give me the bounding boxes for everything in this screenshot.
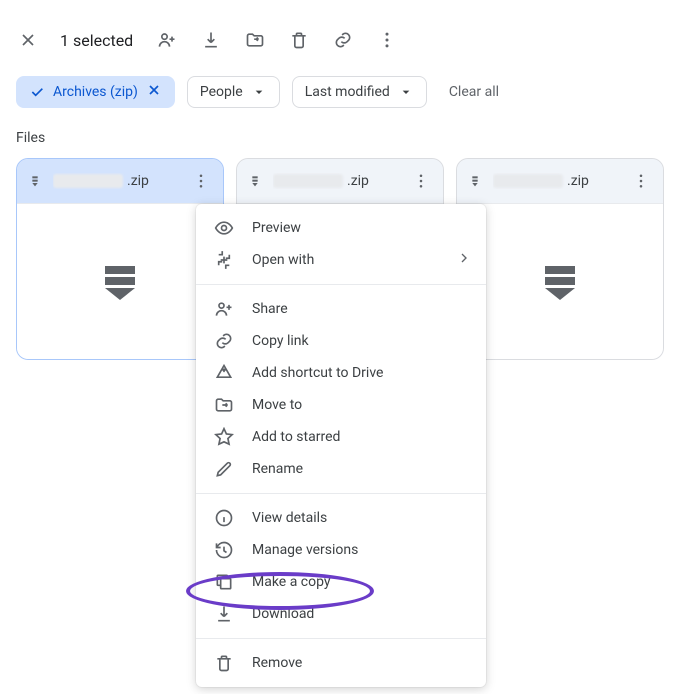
menu-separator — [196, 493, 486, 494]
file-card[interactable]: .zip — [456, 158, 664, 360]
file-more-icon[interactable] — [409, 169, 433, 193]
menu-rename[interactable]: Rename — [196, 453, 486, 485]
file-more-icon[interactable] — [629, 169, 653, 193]
chip-archives[interactable]: Archives (zip) — [16, 76, 175, 108]
zip-mini-icon — [467, 173, 483, 189]
menu-label: Share — [252, 301, 288, 317]
trash-icon — [214, 653, 234, 673]
zip-icon — [105, 263, 135, 300]
chevron-down-icon — [251, 84, 267, 100]
context-menu: Preview Open with Share Copy link Add sh… — [196, 204, 486, 687]
file-name: .zip — [53, 173, 179, 189]
chip-people[interactable]: People — [187, 76, 280, 108]
chip-archives-label: Archives (zip) — [53, 84, 138, 100]
menu-add-shortcut[interactable]: Add shortcut to Drive — [196, 357, 486, 389]
chevron-right-icon — [456, 250, 472, 270]
menu-add-starred[interactable]: Add to starred — [196, 421, 486, 453]
menu-view-details[interactable]: View details — [196, 502, 486, 534]
menu-label: Make a copy — [252, 574, 331, 590]
file-card-header: .zip — [457, 159, 663, 203]
info-icon — [214, 508, 234, 528]
menu-label: Move to — [252, 397, 302, 413]
download-icon[interactable] — [199, 28, 223, 52]
menu-label: Open with — [252, 252, 314, 268]
menu-manage-versions[interactable]: Manage versions — [196, 534, 486, 566]
trash-icon[interactable] — [287, 28, 311, 52]
menu-copy-link[interactable]: Copy link — [196, 325, 486, 357]
link-icon — [214, 331, 234, 351]
zip-icon — [545, 263, 575, 300]
move-folder-icon[interactable] — [243, 28, 267, 52]
chip-lastmod-label: Last modified — [305, 84, 390, 100]
menu-label: Preview — [252, 220, 301, 236]
menu-label: Remove — [252, 655, 302, 671]
clear-all-button[interactable]: Clear all — [449, 84, 499, 100]
menu-open-with[interactable]: Open with — [196, 244, 486, 276]
file-card[interactable]: .zip — [16, 158, 224, 360]
drive-shortcut-icon — [214, 363, 234, 383]
menu-make-copy[interactable]: Make a copy — [196, 566, 486, 598]
eye-icon — [214, 218, 234, 238]
file-more-icon[interactable] — [189, 169, 213, 193]
menu-separator — [196, 638, 486, 639]
file-thumbnail — [457, 203, 663, 359]
selection-toolbar: 1 selected — [16, 20, 664, 60]
menu-download[interactable]: Download — [196, 598, 486, 630]
chip-remove-icon[interactable] — [146, 82, 162, 102]
close-selection-icon[interactable] — [16, 28, 40, 52]
rename-icon — [214, 459, 234, 479]
link-icon[interactable] — [331, 28, 355, 52]
files-section-label: Files — [16, 130, 664, 146]
copy-icon — [214, 572, 234, 592]
menu-label: Manage versions — [252, 542, 358, 558]
star-icon — [214, 427, 234, 447]
download-icon — [214, 604, 234, 624]
selection-count: 1 selected — [60, 31, 133, 50]
move-to-icon — [214, 395, 234, 415]
menu-move-to[interactable]: Move to — [196, 389, 486, 421]
chevron-down-icon — [398, 84, 414, 100]
open-with-icon — [214, 250, 234, 270]
filter-bar: Archives (zip) People Last modified Clea… — [16, 76, 664, 108]
file-card-header: .zip — [17, 159, 223, 203]
share-person-icon[interactable] — [155, 28, 179, 52]
history-icon — [214, 540, 234, 560]
menu-label: Add to starred — [252, 429, 340, 445]
file-thumbnail — [17, 203, 223, 359]
menu-label: Add shortcut to Drive — [252, 365, 383, 381]
menu-share[interactable]: Share — [196, 293, 486, 325]
menu-remove[interactable]: Remove — [196, 647, 486, 679]
share-icon — [214, 299, 234, 319]
menu-preview[interactable]: Preview — [196, 212, 486, 244]
zip-mini-icon — [27, 173, 43, 189]
zip-mini-icon — [247, 173, 263, 189]
more-icon[interactable] — [375, 28, 399, 52]
chip-last-modified[interactable]: Last modified — [292, 76, 427, 108]
menu-label: View details — [252, 510, 327, 526]
file-name: .zip — [273, 173, 399, 189]
file-card-header: .zip — [237, 159, 443, 203]
menu-label: Copy link — [252, 333, 309, 349]
file-name: .zip — [493, 173, 619, 189]
chip-people-label: People — [200, 84, 243, 100]
menu-label: Download — [252, 606, 314, 622]
menu-separator — [196, 284, 486, 285]
menu-label: Rename — [252, 461, 303, 477]
